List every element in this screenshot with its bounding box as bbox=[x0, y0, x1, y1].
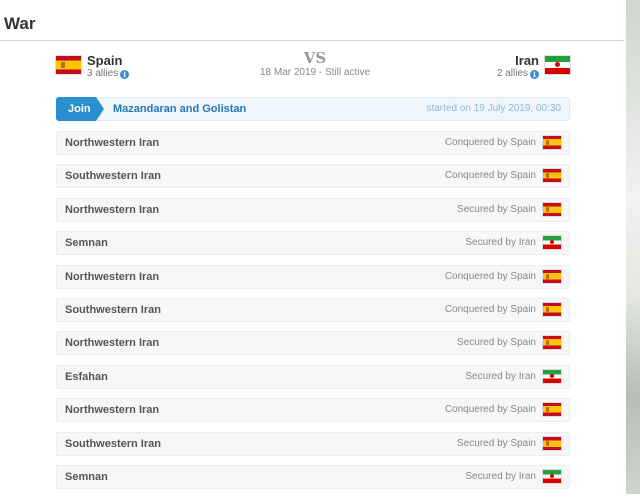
iran-flag-icon bbox=[543, 236, 561, 250]
iran-flag-icon bbox=[543, 369, 561, 383]
attacker-allies: 3 allies i bbox=[87, 67, 130, 80]
title-divider bbox=[0, 40, 624, 41]
spain-flag-icon[interactable] bbox=[56, 56, 81, 74]
region-status: Secured by Spain bbox=[457, 337, 536, 349]
info-icon[interactable]: i bbox=[120, 70, 130, 79]
region-name: Northwestern Iran bbox=[65, 137, 160, 149]
vs-label: VS bbox=[303, 49, 327, 67]
region-row[interactable]: Northwestern Iran Secured by Spain bbox=[56, 197, 570, 222]
war-summary: VS 18 Mar 2019 - Still active bbox=[240, 50, 390, 79]
spain-flag-icon bbox=[543, 436, 561, 450]
region-row[interactable]: Northwestern Iran Conquered by Spain bbox=[56, 131, 570, 155]
region-row[interactable]: Esfahan Secured by Iran bbox=[56, 364, 570, 389]
region-name: Esfahan bbox=[65, 370, 108, 383]
region-name: Semnan bbox=[65, 237, 108, 250]
spain-flag-icon bbox=[543, 169, 561, 183]
region-row[interactable]: Southwestern Iran Secured by Spain bbox=[56, 431, 570, 456]
region-row[interactable]: Semnan Secured by Iran bbox=[56, 231, 570, 256]
region-name: Northwestern Iran bbox=[65, 203, 160, 216]
spain-flag-icon bbox=[543, 269, 561, 283]
spain-flag-icon bbox=[543, 302, 561, 316]
page-title: War bbox=[4, 14, 36, 33]
defender-side: Iran 2 allies i bbox=[420, 54, 570, 80]
region-name: Southwestern Iran bbox=[65, 170, 161, 183]
region-row[interactable]: Southwestern Iran Conquered by Spain bbox=[56, 164, 570, 189]
region-name: Northwestern Iran bbox=[65, 337, 160, 350]
active-battle: Join Mazandaran and Golistan started on … bbox=[56, 97, 570, 121]
region-row[interactable]: Semnan Secured by Iran bbox=[56, 464, 570, 489]
spain-flag-icon bbox=[543, 403, 561, 417]
background-strip bbox=[626, 0, 640, 494]
region-status: Conquered by Spain bbox=[444, 270, 536, 282]
attacker-name[interactable]: Spain bbox=[87, 54, 129, 67]
region-status: Secured by Iran bbox=[465, 237, 536, 249]
join-button[interactable]: Join bbox=[56, 97, 104, 121]
region-status: Secured by Spain bbox=[457, 203, 536, 215]
region-name: Northwestern Iran bbox=[65, 270, 160, 283]
battle-start-time: started on 19 July 2019, 00:30 bbox=[426, 103, 561, 114]
defender-name[interactable]: Iran bbox=[497, 54, 539, 67]
defender-allies: 2 allies i bbox=[497, 67, 539, 80]
spain-flag-icon bbox=[543, 336, 561, 350]
spain-flag-icon bbox=[543, 136, 561, 149]
region-list: Northwestern Iran Conquered by Spain Sou… bbox=[56, 131, 570, 498]
region-name: Southwestern Iran bbox=[65, 303, 161, 316]
region-status: Conquered by Spain bbox=[444, 170, 536, 182]
region-name: Southwestern Iran bbox=[65, 437, 161, 450]
region-status: Conquered by Spain bbox=[444, 137, 536, 148]
war-date-status: 18 Mar 2019 - Still active bbox=[259, 67, 371, 78]
region-status: Secured by Spain bbox=[457, 437, 536, 449]
region-name: Northwestern Iran bbox=[65, 404, 160, 417]
spain-flag-icon bbox=[543, 202, 561, 216]
iran-flag-icon bbox=[543, 469, 561, 483]
battle-region-link[interactable]: Mazandaran and Golistan bbox=[113, 98, 246, 120]
region-row[interactable]: Southwestern Iran Conquered by Spain bbox=[56, 297, 570, 322]
region-name: Semnan bbox=[65, 470, 108, 483]
region-row[interactable]: Northwestern Iran Conquered by Spain bbox=[56, 398, 570, 423]
region-status: Secured by Iran bbox=[465, 470, 536, 482]
iran-flag-icon[interactable] bbox=[545, 56, 570, 74]
attacker-side: Spain 3 allies i bbox=[56, 54, 216, 80]
region-row[interactable]: Northwestern Iran Secured by Spain bbox=[56, 331, 570, 356]
region-status: Conquered by Spain bbox=[444, 404, 536, 416]
region-status: Secured by Iran bbox=[465, 370, 536, 382]
info-icon[interactable]: i bbox=[530, 70, 539, 79]
defender-allies-count: 2 allies bbox=[496, 68, 528, 79]
attacker-allies-count: 3 allies bbox=[87, 68, 119, 79]
region-status: Conquered by Spain bbox=[444, 303, 536, 315]
region-row[interactable]: Northwestern Iran Conquered by Spain bbox=[56, 264, 570, 289]
